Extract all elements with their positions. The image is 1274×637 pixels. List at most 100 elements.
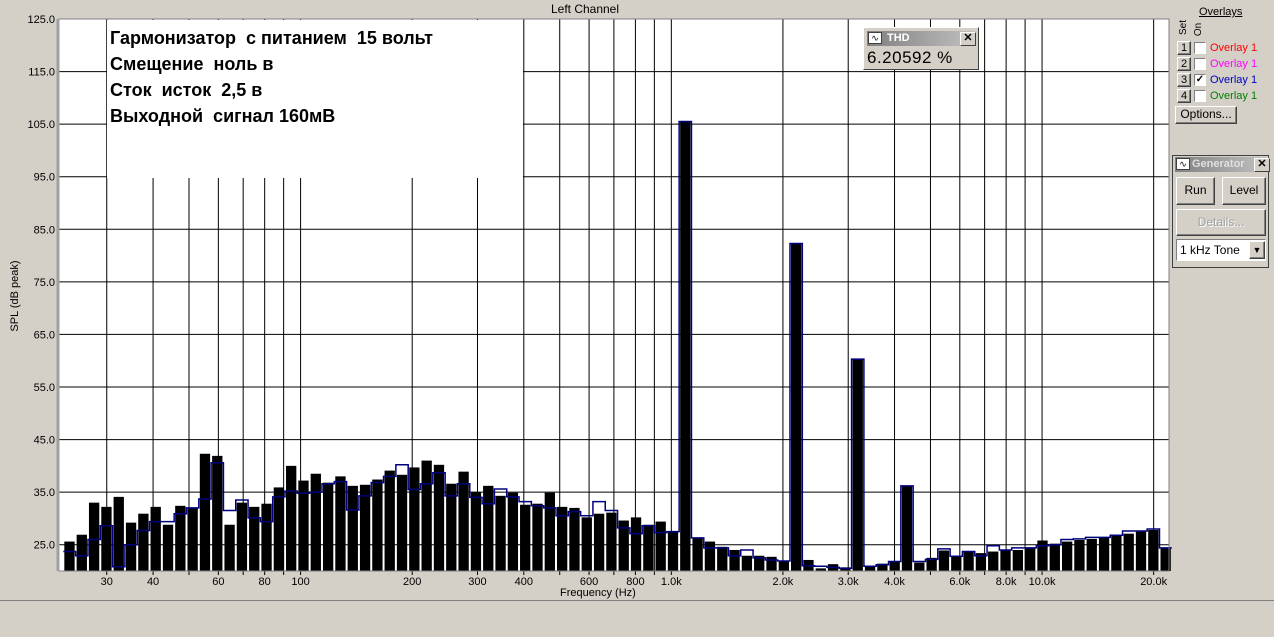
spectrum-bar (938, 550, 950, 571)
spectrum-bar (249, 506, 260, 571)
spectrum-bar (359, 484, 371, 571)
x-tick-label: 30 (101, 576, 113, 588)
spectrum-bar (421, 460, 432, 571)
overlay-set-button[interactable]: 2 (1177, 57, 1191, 71)
spectrum-bar (236, 502, 248, 571)
spectrum-bar (790, 243, 802, 572)
close-icon[interactable]: ✕ (960, 32, 976, 46)
thd-title: THD (887, 32, 910, 44)
spectrum-bar (1061, 541, 1073, 571)
waveform-icon: ∿ (868, 32, 882, 44)
spectrum-bar (483, 485, 494, 571)
thd-window[interactable]: ∿ THD ✕ 6.20592 % (863, 27, 979, 70)
overlay-set-button[interactable]: 1 (1177, 41, 1191, 55)
overlay-set-button[interactable]: 3 (1177, 73, 1191, 87)
y-tick-label: 115.0 (28, 67, 55, 79)
generator-title-bar[interactable]: ∿ Generator (1175, 157, 1266, 172)
spectrum-bar (766, 556, 777, 571)
spectrum-bar (532, 503, 543, 571)
spectrum-bar (741, 555, 753, 571)
x-tick-label: 4.0k (884, 576, 905, 588)
overlay-on-checkbox[interactable] (1194, 42, 1206, 54)
x-tick-label: 60 (212, 576, 224, 588)
tone-select[interactable]: 1 kHz Tone ▼ (1176, 239, 1266, 261)
spectrum-bar (396, 474, 408, 571)
spectrum-bar (322, 482, 334, 571)
spectrum-bar (446, 483, 457, 571)
spectrum-bar (544, 492, 555, 571)
spectrum-bar (951, 556, 962, 571)
spectrum-bar (175, 505, 186, 571)
spectrum-bar (347, 485, 358, 571)
y-tick-label: 45.0 (34, 435, 55, 447)
spectrum-bar (507, 492, 519, 571)
y-tick-label: 125.0 (27, 14, 55, 26)
spectrum-bar (335, 476, 346, 571)
spectrum-bar (1123, 533, 1134, 571)
x-tick-label: 100 (291, 576, 309, 588)
spectrum-bar (1098, 537, 1110, 571)
x-tick-label: 3.0k (838, 576, 859, 588)
close-icon[interactable]: ✕ (1254, 158, 1270, 172)
spectrum-bar (261, 503, 272, 571)
chevron-down-icon[interactable]: ▼ (1249, 241, 1265, 259)
overlay-on-checkbox[interactable] (1194, 58, 1206, 70)
x-tick-label: 400 (515, 576, 533, 588)
spectrum-bar (581, 517, 592, 571)
spectrum-bar (433, 464, 445, 571)
overlays-header: Overlays (1199, 6, 1243, 18)
spectrum-bar (1086, 538, 1097, 571)
x-tick-label: 6.0k (949, 576, 970, 588)
x-tick-label: 200 (403, 576, 421, 588)
spectrum-bar (606, 512, 617, 571)
spectrum-bar (199, 453, 211, 571)
spectrum-bar (593, 513, 605, 571)
level-button[interactable]: Level (1222, 177, 1266, 205)
generator-window[interactable]: ∿ Generator ✕ Run Level Details... 1 kHz… (1172, 155, 1270, 268)
spectrum-bar (409, 467, 420, 571)
spectrum-bar (680, 121, 691, 571)
spectrum-bar (889, 561, 900, 571)
thd-value: 6.20592 % (867, 48, 953, 67)
spectrum-bar (76, 534, 87, 571)
spectrum-bar (384, 470, 395, 571)
generator-title: Generator (1192, 158, 1245, 170)
spectrum-bar (914, 562, 925, 571)
spectrum-bar (988, 551, 999, 571)
spectrum-bar (630, 517, 642, 571)
x-tick-label: 600 (580, 576, 598, 588)
y-tick-label: 35.0 (34, 487, 55, 499)
spectrum-bar (704, 541, 716, 571)
annotation-box: Гармонизатор с питанием 15 вольт Смещени… (107, 20, 523, 178)
x-tick-label: 1.0k (661, 576, 682, 588)
overlay-on-checkbox[interactable]: ✓ (1194, 74, 1206, 86)
overlay-set-button[interactable]: 4 (1177, 89, 1191, 103)
spectrum-bar (101, 506, 112, 571)
y-tick-label: 85.0 (34, 224, 55, 236)
spectrum-bar (1148, 529, 1159, 571)
spectrum-bar (569, 507, 580, 571)
spectrum-bar (778, 561, 789, 571)
spectrum-bar (113, 496, 124, 571)
details-button[interactable]: Details... (1176, 209, 1266, 236)
x-tick-label: 80 (259, 576, 271, 588)
spectrum-bar (1025, 547, 1036, 571)
overlay-label: Overlay 1 (1210, 42, 1258, 54)
run-button[interactable]: Run (1176, 177, 1215, 205)
spectrum-bar (729, 549, 740, 571)
options-button[interactable]: Options... (1175, 106, 1237, 124)
spectrum-bar (852, 359, 863, 571)
spectrum-bar (643, 524, 654, 571)
spectrum-bar (150, 506, 161, 571)
y-tick-label: 65.0 (34, 329, 55, 341)
overlay-label: Overlay 1 (1210, 58, 1258, 70)
spectrum-bar (286, 465, 297, 571)
thd-title-bar[interactable]: ∿ THD ✕ (867, 31, 976, 46)
tone-select-value: 1 kHz Tone (1180, 243, 1240, 257)
overlay-on-checkbox[interactable] (1194, 90, 1206, 102)
overlay-label: Overlay 1 (1210, 74, 1258, 86)
x-tick-label: 300 (468, 576, 486, 588)
spectrum-bar (310, 473, 321, 571)
annotation-line: Сток исток 2,5 в (110, 80, 263, 100)
spectrum-bar (655, 521, 666, 571)
